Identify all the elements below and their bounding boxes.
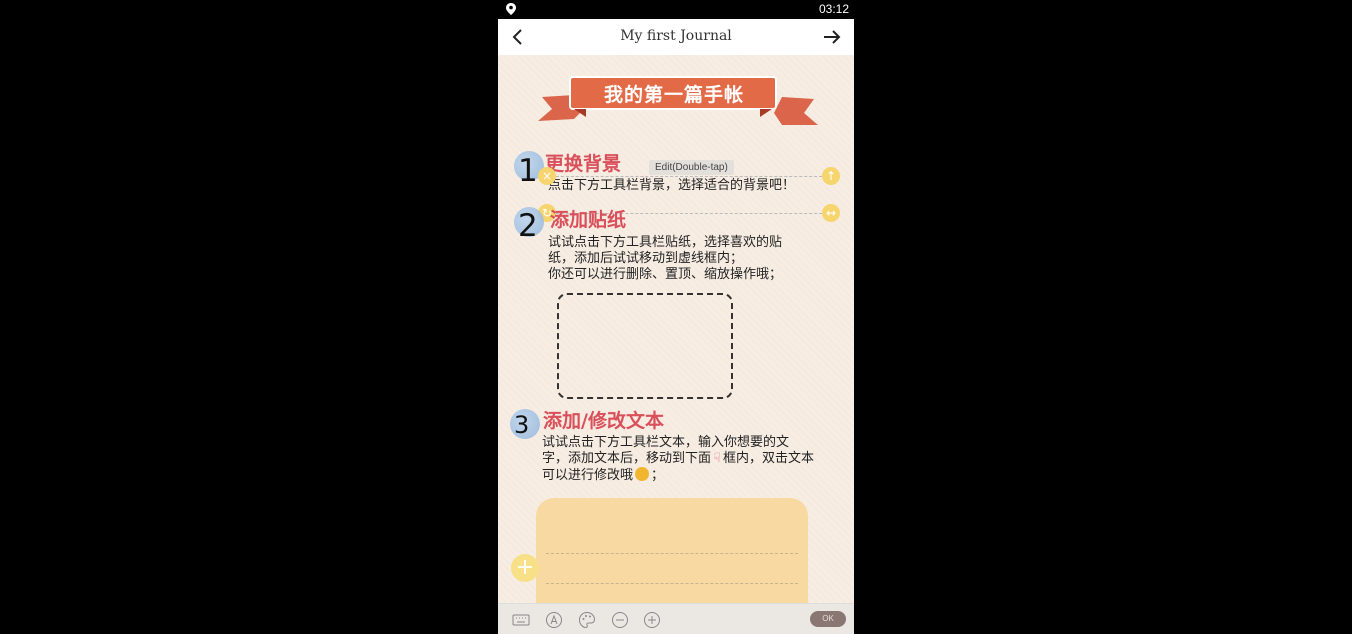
step-3-line-2: 字，添加文本后，移动到下面 ☟ 框内，双击文本 — [542, 451, 814, 466]
page-title: My first Journal — [620, 28, 732, 44]
step-1-number: 1 — [518, 153, 538, 189]
arrow-right-icon[interactable] — [820, 25, 844, 49]
step-2-title: 添加贴纸 — [550, 209, 627, 231]
step-1-text[interactable]: 点击下方工具栏背景，选择适合的背景吧！ — [548, 178, 795, 194]
step-3-number: 3 — [514, 411, 530, 439]
step-2-number: 2 — [518, 208, 538, 244]
keyboard-icon[interactable] — [512, 611, 530, 629]
note-line — [546, 583, 798, 584]
step-3-title: 添加/修改文本 — [543, 410, 664, 432]
journal-canvas[interactable]: 我的第一篇手帐 1 更换背景 Edit(Double-tap) 点击下方工具栏背… — [498, 55, 854, 616]
delete-handle-icon[interactable]: × — [538, 167, 556, 185]
step-3-text[interactable]: 试试点击下方工具栏文本，输入你想要的文 字，添加文本后，移动到下面 ☟ 框内，双击文… — [542, 435, 814, 484]
ok-button[interactable]: OK — [810, 611, 846, 627]
bottom-toolbar: OK — [498, 603, 854, 634]
title-banner-sticker[interactable]: 我的第一篇手帐 — [538, 73, 818, 129]
banner-title: 我的第一篇手帐 — [603, 84, 744, 106]
step-3-line-3: 可以进行修改哦； — [542, 467, 665, 483]
location-pin-icon — [506, 3, 516, 15]
smile-emoji-icon — [635, 467, 650, 481]
zoom-out-icon[interactable] — [611, 611, 629, 629]
edit-tooltip: Edit(Double-tap) — [649, 160, 734, 175]
step-3-line-1: 试试点击下方工具栏文本，输入你想要的文 — [542, 435, 790, 450]
zoom-in-icon[interactable] — [643, 611, 661, 629]
step-1-title: 更换背景 — [545, 153, 622, 175]
step-2-line-2: 纸，添加后试试移动到虚线框内； — [548, 251, 744, 266]
status-bar: 03:12 — [498, 0, 854, 19]
text-target-note — [536, 498, 808, 616]
note-line — [546, 553, 798, 554]
step-2-text[interactable]: 试试点击下方工具栏贴纸，选择喜欢的贴 纸，添加后试试移动到虚线框内； 你还可以进… — [548, 235, 782, 283]
add-plus-icon[interactable]: + — [511, 554, 539, 582]
pin-top-handle-icon[interactable]: ↑ — [822, 167, 840, 185]
pointing-down-icon: ☟ — [713, 451, 721, 466]
step-2-line-3: 你还可以进行删除、置顶、缩放操作哦； — [548, 267, 783, 282]
font-icon[interactable] — [545, 611, 563, 629]
resize-handle-icon[interactable]: ↔ — [822, 204, 840, 222]
status-time: 03:12 — [818, 2, 849, 16]
sticker-target-frame — [557, 293, 733, 399]
palette-icon[interactable] — [578, 611, 596, 629]
step-2-line-1: 试试点击下方工具栏贴纸，选择喜欢的贴 — [548, 235, 783, 250]
phone-screen: 03:12 My first Journal 我的第一篇手帐 1 更换背景 Ed… — [498, 0, 854, 634]
title-bar: My first Journal — [498, 19, 854, 55]
